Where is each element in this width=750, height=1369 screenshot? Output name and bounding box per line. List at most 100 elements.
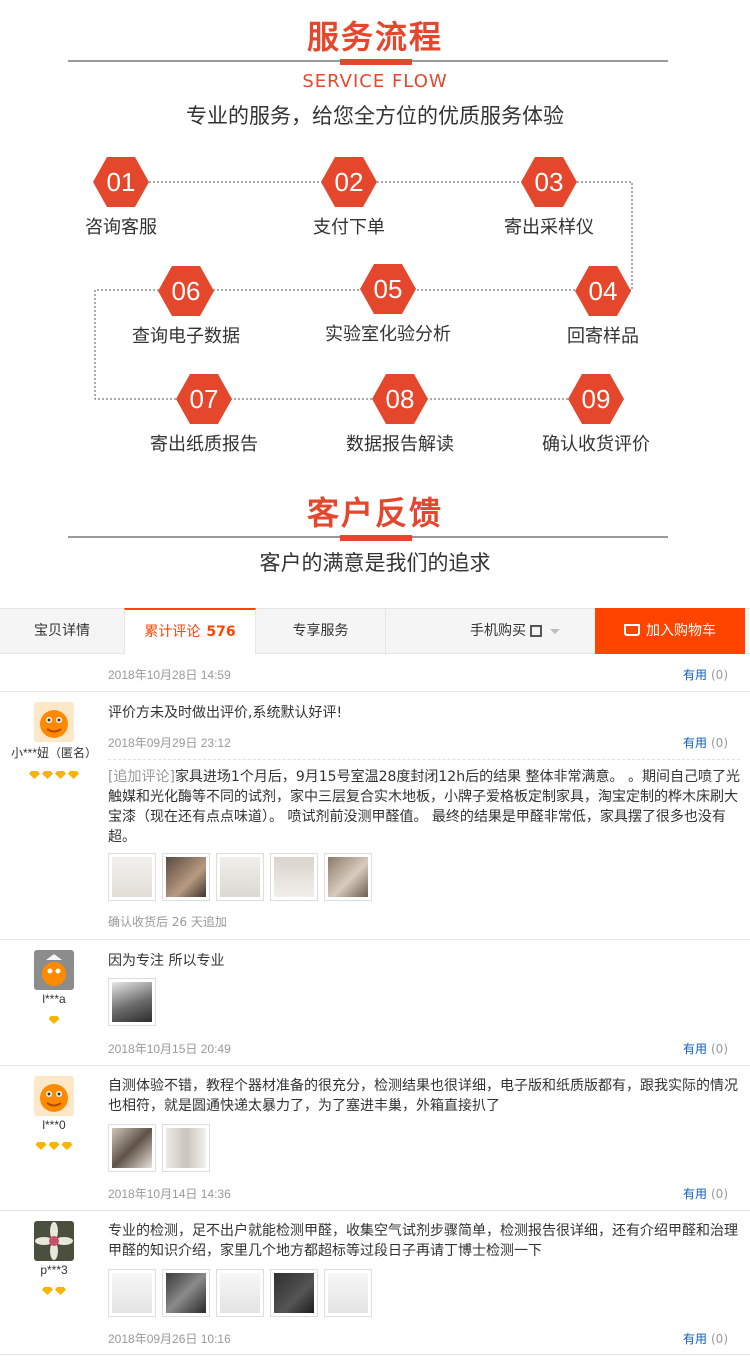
review-photo-thumbnail[interactable] [270,853,318,901]
add-to-cart-button[interactable]: 加入购物车 [595,608,745,654]
step-number-badge: 04 [575,266,631,316]
review-photos [108,1124,216,1172]
avatar [34,1076,74,1116]
review-photo-thumbnail[interactable] [108,1269,156,1317]
detail-tab-bar: 宝贝详情 累计评论 576 专享服务 手机购买 加入购物车 [0,608,750,655]
review-date: 2018年09月29日 23:12 [108,736,231,750]
review-text: 自测体验不错，教程个器材准备的很充分，检测结果也很详细，电子版和纸质版都有，跟我… [108,1078,738,1114]
review-photo-thumbnail[interactable] [324,853,372,901]
flow-step-03: 03 寄出采样仪 [469,157,629,239]
tab-reviews[interactable]: 累计评论 576 [124,608,256,654]
append-tag: [追加评论] [108,769,175,785]
tab-label: 宝贝详情 [34,623,90,639]
tab-item-detail[interactable]: 宝贝详情 [0,609,124,655]
review-item: 2018年10月28日 14:59 有用 (0) [0,655,750,692]
review-username: l***a [42,992,66,1006]
review-username: l***0 [42,1118,66,1132]
qr-code-icon [530,625,542,637]
append-divider [108,759,740,760]
step-label: 数据报告解读 [346,434,454,455]
flow-step-05: 05 实验室化验分析 [308,264,468,346]
step-label: 寄出纸质报告 [150,434,258,455]
review-text: 评价方未及时做出评价,系统默认好评! [108,705,343,721]
useful-count: (0) [711,736,728,750]
service-flow-diagram: 01 咨询客服 02 支付下单 03 寄出采样仪 06 查询电子数据 05 实验… [0,0,750,470]
review-date: 2018年10月28日 14:59 [108,668,231,682]
step-label: 查询电子数据 [132,326,240,347]
review-user: l***a [0,950,108,1024]
flow-step-01: 01 咨询客服 [41,157,201,239]
review-username: 小***妞（匿名） [10,746,97,760]
review-photo-thumbnail[interactable] [162,1269,210,1317]
step-number-badge: 07 [176,374,232,424]
step-label: 寄出采样仪 [504,217,594,238]
review-item: 小***妞（匿名） 评价方未及时做出评价,系统默认好评! 2018年09月29日… [0,692,750,940]
review-photo-thumbnail[interactable] [162,853,210,901]
review-photo-thumbnail[interactable] [108,853,156,901]
mobile-buy-label: 手机购买 [470,623,526,639]
mobile-buy-button[interactable]: 手机购买 [470,609,560,655]
tab-label: 专享服务 [292,623,349,639]
review-user: l***0 [0,1076,108,1150]
review-user: 小***妞（匿名） [0,702,108,779]
avatar [34,950,74,990]
useful-button[interactable]: 有用 (0) [683,1330,728,1347]
buyer-level-icon [0,1135,108,1150]
review-photos [108,1269,378,1317]
step-number-badge: 03 [521,157,577,207]
step-number-badge: 02 [321,157,377,207]
flow-step-08: 08 数据报告解读 [320,374,480,456]
feedback-title: 客户反馈 [306,494,443,532]
review-item: l***a 因为专注 所以专业 2018年10月15日 20:49 有用 (0) [0,940,750,1066]
tab-service[interactable]: 专享服务 [256,609,386,655]
useful-button[interactable]: 有用 (0) [683,734,728,751]
review-photo-thumbnail[interactable] [324,1269,372,1317]
feedback-subtitle: 客户的满意是我们的追求 [259,551,491,575]
review-photo-thumbnail[interactable] [216,1269,264,1317]
review-photo-thumbnail[interactable] [108,978,156,1026]
flow-step-09: 09 确认收货评价 [516,374,676,456]
useful-count: (0) [711,668,728,682]
step-number-badge: 09 [568,374,624,424]
buyer-level-icon [0,764,108,779]
cart-icon [624,624,640,636]
review-user: p***3 [0,1221,108,1295]
useful-count: (0) [711,1187,728,1201]
review-date: 2018年09月26日 10:16 [108,1332,231,1346]
review-username: p***3 [40,1263,68,1277]
flow-step-02: 02 支付下单 [269,157,429,239]
useful-button[interactable]: 有用 (0) [683,666,728,683]
review-photo-thumbnail[interactable] [216,853,264,901]
step-label: 确认收货评价 [542,434,650,455]
useful-button[interactable]: 有用 (0) [683,1040,728,1057]
avatar [34,1221,74,1261]
review-photos [108,853,378,901]
step-number-badge: 01 [93,157,149,207]
useful-count: (0) [711,1332,728,1346]
step-label: 支付下单 [313,217,385,238]
step-label: 实验室化验分析 [325,324,451,345]
step-number-badge: 06 [158,266,214,316]
feedback-title-rule [68,535,668,541]
review-photo-thumbnail[interactable] [162,1124,210,1172]
avatar [34,702,74,742]
append-content: 家具进场1个月后，9月15号室温28度封闭12h后的结果 整体非常满意。 。期间… [108,769,740,845]
flow-step-04: 04 回寄样品 [523,266,683,348]
review-photo-thumbnail[interactable] [270,1269,318,1317]
buyer-level-icon [0,1280,108,1295]
add-to-cart-label: 加入购物车 [646,623,716,639]
review-item: p***3 专业的检测，足不出户就能检测甲醛，收集空气试剂步骤简单，检测报告很详… [0,1211,750,1355]
review-text: 专业的检测，足不出户就能检测甲醛，收集空气试剂步骤简单，检测报告很详细，还有介绍… [108,1223,738,1259]
append-time-note: 确认收货后 26 天追加 [108,915,227,929]
review-photo-thumbnail[interactable] [108,1124,156,1172]
review-date: 2018年10月14日 14:36 [108,1187,231,1201]
useful-button[interactable]: 有用 (0) [683,1185,728,1202]
useful-count: (0) [711,1042,728,1056]
step-label: 回寄样品 [567,326,639,347]
append-review-text: [追加评论]家具进场1个月后，9月15号室温28度封闭12h后的结果 整体非常满… [108,767,740,847]
flow-step-07: 07 寄出纸质报告 [124,374,284,456]
review-photos [108,978,162,1026]
flow-step-06: 06 查询电子数据 [106,266,266,348]
chevron-down-icon [550,628,560,634]
review-date: 2018年10月15日 20:49 [108,1042,231,1056]
